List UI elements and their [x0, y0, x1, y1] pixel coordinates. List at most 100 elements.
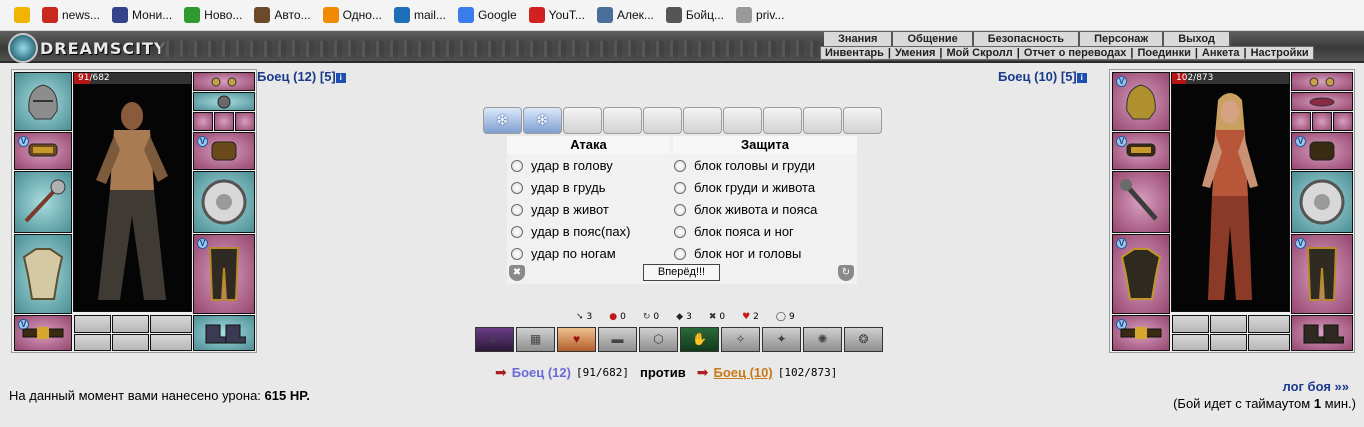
empty-scroll-slot[interactable]	[763, 107, 802, 134]
attack-option[interactable]: удар в пояс(пах)	[511, 224, 630, 239]
helmet-slot[interactable]: V	[1112, 72, 1170, 131]
versus-right-name[interactable]: Боец (10)	[713, 365, 772, 380]
weapon-slot[interactable]	[14, 171, 72, 233]
bookmark-item[interactable]: news...	[38, 4, 104, 26]
radio-button[interactable]	[511, 247, 523, 260]
spell-slot-5[interactable]	[112, 334, 149, 351]
radio-button[interactable]	[674, 203, 686, 216]
boots-slot[interactable]	[1291, 315, 1353, 351]
nav-item[interactable]: Безопасность	[973, 32, 1081, 46]
shield-slot[interactable]	[1291, 171, 1353, 233]
active-scroll-icon[interactable]	[483, 107, 522, 134]
gloves-slot[interactable]: V	[1291, 132, 1353, 170]
defense-option[interactable]: блок головы и груди	[674, 158, 815, 173]
trick-hands-icon[interactable]: ✋	[680, 327, 719, 352]
nav-item[interactable]: Знания	[824, 32, 894, 46]
boots-slot[interactable]	[193, 315, 255, 351]
empty-scroll-slot[interactable]	[563, 107, 602, 134]
spell-slot-3[interactable]	[150, 315, 192, 333]
amulet-slot[interactable]	[1291, 92, 1353, 111]
belt-slot[interactable]: V	[1112, 315, 1170, 351]
spell-slot-4[interactable]	[74, 334, 111, 351]
defense-option[interactable]: блок пояса и ног	[674, 224, 794, 239]
radio-button[interactable]	[511, 203, 523, 216]
trick-heart-icon[interactable]: ♥	[557, 327, 596, 352]
spell-slot-6[interactable]	[150, 334, 192, 351]
empty-scroll-slot[interactable]	[843, 107, 882, 134]
earring-slot[interactable]	[193, 72, 255, 91]
belt-slot[interactable]: V	[14, 315, 72, 351]
trick-wind-icon[interactable]: ❂	[844, 327, 883, 352]
armor-slot[interactable]	[14, 234, 72, 314]
bookmark-item[interactable]: mail...	[390, 4, 450, 26]
attack-option[interactable]: удар в голову	[511, 158, 613, 173]
defense-option[interactable]: блок груди и живота	[674, 180, 815, 195]
defense-option[interactable]: блок ног и головы	[674, 246, 801, 261]
bracers-slot[interactable]: V	[14, 132, 72, 170]
right-fighter-name[interactable]: Боец (10) [5] i	[998, 69, 1087, 84]
subnav-item[interactable]: Поединки	[1133, 47, 1194, 59]
info-icon[interactable]: i	[1076, 73, 1087, 83]
logo[interactable]: DREAMSCITY	[8, 33, 167, 63]
trick-fire-icon[interactable]: ✦	[762, 327, 801, 352]
armor-slot[interactable]: V	[1112, 234, 1170, 314]
shield-slot[interactable]	[193, 171, 255, 233]
trick-grid-icon[interactable]: ▦	[516, 327, 555, 352]
bookmark-item[interactable]: priv...	[732, 4, 788, 26]
bookmark-item[interactable]: Ново...	[180, 4, 246, 26]
attack-option[interactable]: удар в живот	[511, 202, 609, 217]
defense-option[interactable]: блок живота и пояса	[674, 202, 817, 217]
attack-option[interactable]: удар по ногам	[511, 246, 616, 261]
amulet-slot[interactable]	[193, 92, 255, 111]
gloves-slot[interactable]: V	[193, 132, 255, 170]
right-fighter-nick[interactable]: Боец (10)	[998, 69, 1057, 84]
spell-slot-2[interactable]	[112, 315, 149, 333]
spell-slot-4[interactable]	[1172, 334, 1209, 351]
reset-shield-icon[interactable]: ✖	[509, 265, 525, 281]
helmet-slot[interactable]	[14, 72, 72, 131]
left-fighter-nick[interactable]: Боец (12)	[257, 69, 316, 84]
go-button[interactable]: Вперёд!!!	[643, 264, 720, 281]
refresh-shield-icon[interactable]: ↻	[838, 265, 854, 281]
info-icon[interactable]: i	[335, 73, 346, 83]
trick-claw-icon[interactable]: ✧	[721, 327, 760, 352]
bookmark-item[interactable]	[10, 4, 34, 26]
bracers-slot[interactable]: V	[1112, 132, 1170, 170]
spell-slot-1[interactable]	[74, 315, 111, 333]
nav-item[interactable]: Персонаж	[1080, 32, 1165, 46]
nav-item[interactable]: Общение	[893, 32, 974, 46]
spell-slot-6[interactable]	[1248, 334, 1290, 351]
trick-sword-icon[interactable]: ➶	[475, 327, 514, 352]
radio-button[interactable]	[511, 225, 523, 238]
spell-slot-1[interactable]	[1172, 315, 1209, 333]
left-fighter-name[interactable]: Боец (12) [5] i	[257, 69, 346, 84]
ring-slot-1[interactable]	[193, 112, 213, 131]
ring-slot-1[interactable]	[1291, 112, 1311, 131]
ring-slot-3[interactable]	[1333, 112, 1353, 131]
versus-left-name[interactable]: Боец (12)	[512, 365, 571, 380]
ring-slot-3[interactable]	[235, 112, 255, 131]
trick-strike-icon[interactable]: ▬	[598, 327, 637, 352]
radio-button[interactable]	[674, 247, 686, 260]
bookmark-item[interactable]: Авто...	[250, 4, 314, 26]
bookmark-item[interactable]: Одно...	[319, 4, 386, 26]
pants-slot[interactable]: V	[193, 234, 255, 314]
subnav-item[interactable]: Отчет о переводах	[1020, 47, 1131, 59]
ring-slot-2[interactable]	[1312, 112, 1332, 131]
radio-button[interactable]	[511, 181, 523, 194]
active-scroll-icon[interactable]	[523, 107, 562, 134]
battle-log-link[interactable]: лог боя »»	[1282, 379, 1349, 394]
subnav-item[interactable]: Анкета	[1198, 47, 1244, 59]
spell-slot-5[interactable]	[1210, 334, 1247, 351]
subnav-item[interactable]: Инвентарь	[821, 47, 888, 59]
radio-button[interactable]	[674, 181, 686, 194]
subnav-item[interactable]: Умения	[891, 47, 939, 59]
bookmark-item[interactable]: Бойц...	[662, 4, 728, 26]
pants-slot[interactable]: V	[1291, 234, 1353, 314]
empty-scroll-slot[interactable]	[723, 107, 762, 134]
bookmark-item[interactable]: YouT...	[525, 4, 589, 26]
trick-spark-icon[interactable]: ✺	[803, 327, 842, 352]
subnav-item[interactable]: Мой Скролл	[942, 47, 1016, 59]
empty-scroll-slot[interactable]	[603, 107, 642, 134]
subnav-item[interactable]: Настройки	[1247, 47, 1313, 59]
